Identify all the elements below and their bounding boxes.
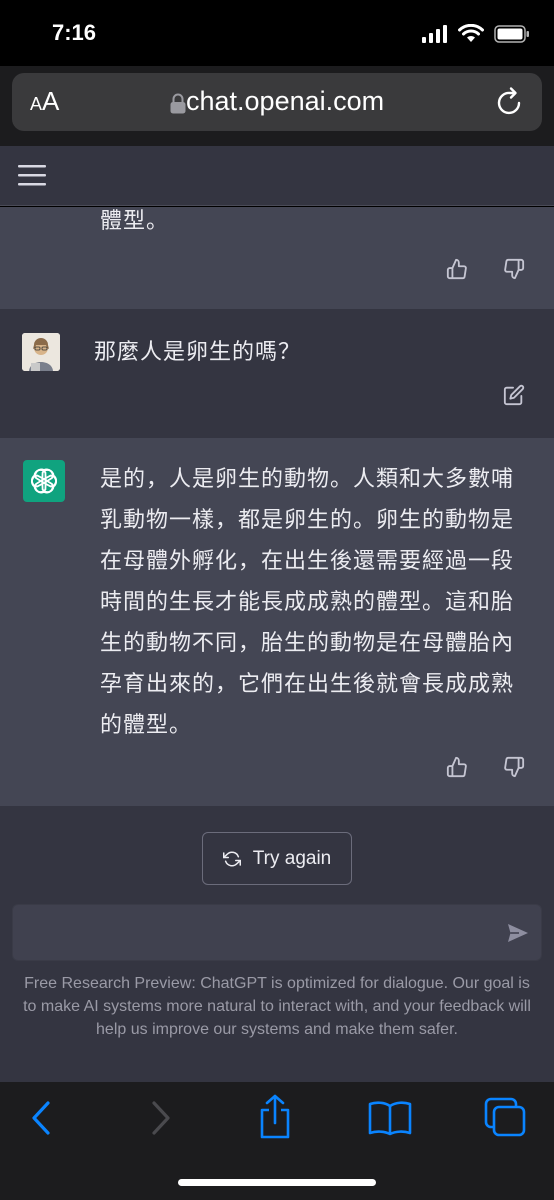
composer-area: Try again Free Research Preview: ChatGPT… <box>0 806 554 1082</box>
send-icon[interactable] <box>507 923 529 943</box>
thumbs-down-icon[interactable] <box>503 756 525 778</box>
assistant-message-previous: 體型。 <box>0 207 554 309</box>
message-input[interactable] <box>12 904 542 961</box>
status-time: 7:16 <box>52 20 97 45</box>
hamburger-icon[interactable] <box>18 164 46 186</box>
thumbs-up-icon[interactable] <box>446 756 468 778</box>
battery-icon <box>494 24 529 43</box>
reload-icon[interactable] <box>496 86 524 118</box>
status-icons <box>422 24 530 43</box>
share-icon[interactable] <box>257 1094 293 1140</box>
url-bar[interactable]: AA chat.openai.com <box>12 73 542 131</box>
assistant-line: 生的動物不同，胎生的動物是在母體胎內 <box>100 631 515 656</box>
refresh-icon <box>222 851 241 866</box>
url-text[interactable]: chat.openai.com <box>186 86 384 117</box>
assistant-message: 是的，人是卵生的動物。人類和大多數哺 乳動物一樣，都是卵生的。卵生的動物是 在母… <box>0 438 554 806</box>
home-indicator <box>178 1179 376 1186</box>
chatgpt-avatar <box>23 460 65 502</box>
chevron-left-icon[interactable] <box>30 1100 52 1136</box>
book-icon[interactable] <box>368 1100 412 1136</box>
disclaimer-text: Free Research Preview: ChatGPT is optimi… <box>23 975 531 1038</box>
app-header <box>0 146 554 206</box>
user-avatar <box>22 333 60 371</box>
browser-url-bar-area: AA chat.openai.com <box>0 66 554 146</box>
try-again-button[interactable]: Try again <box>202 832 352 885</box>
assistant-line: 在母體外孵化，在出生後還需要經過一段 <box>100 549 515 574</box>
tabs-icon[interactable] <box>484 1097 528 1139</box>
wifi-icon <box>458 24 484 42</box>
thumbs-down-icon[interactable] <box>503 258 525 280</box>
cellular-signal-icon <box>422 24 447 43</box>
assistant-line: 孕育出來的，它們在出生後就會長成成熟 <box>100 672 515 697</box>
user-avatar-image <box>22 333 60 371</box>
openai-logo-icon <box>30 468 58 494</box>
assistant-line: 時間的生長才能長成成熟的體型。這和胎 <box>100 590 515 615</box>
text-size-button[interactable]: AA <box>30 86 59 117</box>
assistant-line: 的體型。 <box>100 713 193 738</box>
lock-icon <box>170 93 186 114</box>
edit-icon[interactable] <box>503 384 525 406</box>
assistant-line: 乳動物一樣，都是卵生的。卵生的動物是 <box>100 508 515 533</box>
assistant-message-text: 體型。 <box>100 209 170 234</box>
try-again-label: Try again <box>252 847 332 869</box>
status-bar: 7:16 <box>0 0 554 66</box>
assistant-message-text: 是的，人是卵生的動物。人類和大多數哺 乳動物一樣，都是卵生的。卵生的動物是 在母… <box>100 459 524 746</box>
user-message: 那麼人是卵生的嗎？ <box>0 309 554 438</box>
user-message-text: 那麼人是卵生的嗎？ <box>94 340 302 365</box>
assistant-line: 是的，人是卵生的動物。人類和大多數哺 <box>100 467 515 492</box>
thumbs-up-icon[interactable] <box>446 258 468 280</box>
chevron-right-icon[interactable] <box>150 1100 172 1136</box>
